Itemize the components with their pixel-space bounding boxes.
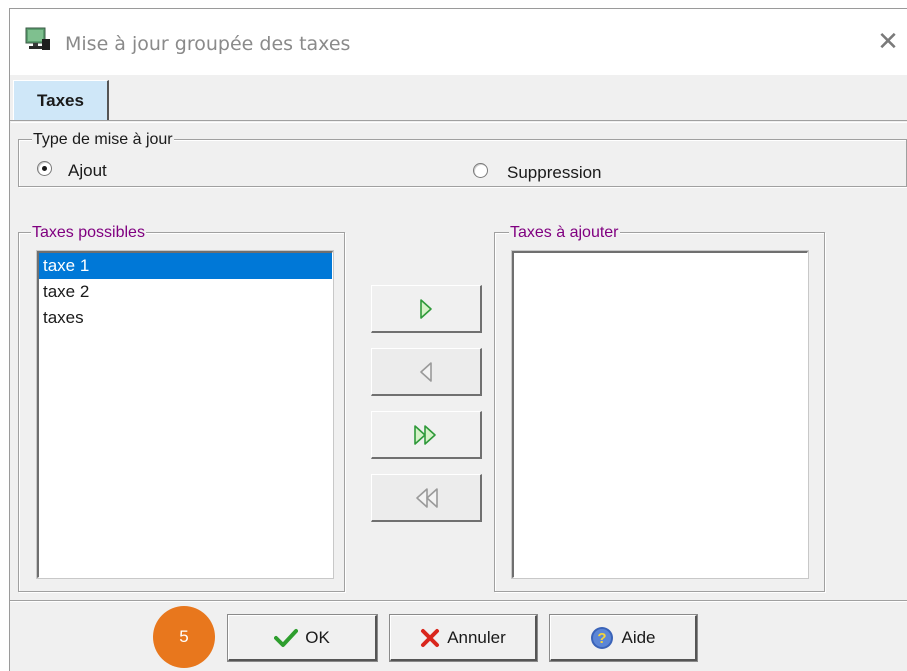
cancel-button[interactable]: Annuler xyxy=(389,614,538,662)
help-button-label: Aide xyxy=(621,627,656,647)
cancel-button-label: Annuler xyxy=(447,627,506,647)
radio-ajout[interactable] xyxy=(37,161,52,176)
tab-taxes[interactable]: Taxes xyxy=(13,80,109,120)
add-all-button[interactable] xyxy=(371,411,482,459)
radio-ajout-label[interactable]: Ajout xyxy=(68,161,107,181)
arrow-right-icon xyxy=(420,298,432,319)
svg-text:?: ? xyxy=(598,630,607,647)
double-arrow-left-icon xyxy=(416,487,438,508)
tab-divider xyxy=(10,120,907,121)
tab-strip xyxy=(10,75,907,121)
help-button[interactable]: ? Aide xyxy=(549,614,698,662)
list-item[interactable]: taxes xyxy=(39,305,332,331)
app-icon xyxy=(25,27,51,51)
step-badge: 5 xyxy=(153,606,215,668)
arrow-left-icon xyxy=(420,361,432,382)
cancel-x-icon xyxy=(421,628,440,647)
available-taxes-legend: Taxes possibles xyxy=(31,224,146,242)
remove-all-button[interactable] xyxy=(371,474,482,522)
taxes-to-add-legend: Taxes à ajouter xyxy=(509,224,620,242)
radio-suppression-label[interactable]: Suppression xyxy=(507,163,602,183)
help-icon: ? xyxy=(591,626,614,649)
update-type-legend: Type de mise à jour xyxy=(32,131,174,149)
close-icon[interactable]: ✕ xyxy=(873,27,903,57)
footer-divider xyxy=(10,600,907,602)
taxes-to-add-list[interactable] xyxy=(511,250,809,579)
add-selected-button[interactable] xyxy=(371,285,482,333)
radio-ajout-dot xyxy=(42,166,47,171)
ok-button[interactable]: OK xyxy=(227,614,378,662)
checkmark-icon xyxy=(274,628,299,647)
window-title: Mise à jour groupée des taxes xyxy=(65,33,351,55)
double-arrow-right-icon xyxy=(414,424,436,445)
remove-selected-button[interactable] xyxy=(371,348,482,396)
available-taxes-list[interactable]: taxe 1 taxe 2 taxes xyxy=(36,250,334,579)
list-item[interactable]: taxe 1 xyxy=(39,253,332,279)
radio-suppression[interactable] xyxy=(473,163,488,178)
list-item[interactable]: taxe 2 xyxy=(39,279,332,305)
ok-button-label: OK xyxy=(305,627,330,647)
